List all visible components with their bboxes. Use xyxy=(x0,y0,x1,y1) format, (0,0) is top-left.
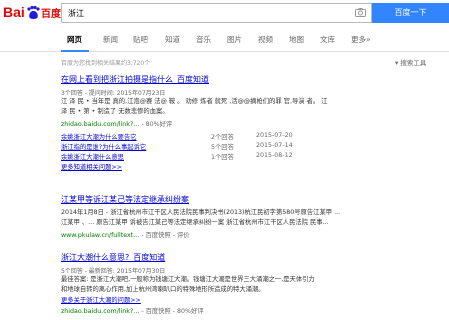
result-title-link[interactable]: 江某甲等诉江某己等法定继承纠纷案 xyxy=(61,194,401,205)
result-abstract: 泽 民 • 第 • 制造了 无数悲惨的血案。 xyxy=(61,108,169,115)
svg-text:Bai: Bai xyxy=(3,4,25,20)
result-abstract: 和地球自转的离心作用,加上杭州湾喇叭口的特殊地形所造成的特大涌潮。 xyxy=(61,286,265,293)
result-meta: 3个回答 - 提问时间: 2015年07月23日 xyxy=(61,90,166,97)
result-snapshot[interactable]: - 百度快照 - 80%好评 xyxy=(141,308,203,315)
result-abstract: 江 泽 民 • 当年是 真的,江泡@赛 法@ 鞍 。 劝修 炼者 就死 ,活@@… xyxy=(61,98,328,105)
camera-icon[interactable] xyxy=(355,8,366,17)
result-title-link[interactable]: 在网上看到把浙江拍摄是指什么_百度知道 xyxy=(61,74,401,85)
search-tools-button[interactable]: ▾ 搜索工具 xyxy=(395,57,426,67)
result-abstract: 江某甲 、... 原告江某甲 诉被告江某己等法定继承纠纷一案 浙江省杭州市江干区… xyxy=(61,219,329,226)
result-url[interactable]: zhidao.baidu.com/link?... xyxy=(61,308,139,315)
svg-text:百度: 百度 xyxy=(41,7,61,20)
answer-count: 5个回答 xyxy=(211,144,234,151)
result-url-line: zhidao.baidu.com/link?... - 百度快照 - 80%好评 xyxy=(61,306,401,315)
related-question-row: 余姚浙江大潮为什么要告它 2个回答 2015-07-20 xyxy=(61,132,306,142)
related-question-row: 浙江指的是谁?为什么事起诉它 5个回答 2015-07-14 xyxy=(61,142,306,152)
result-url-line: www.pkulaw.cn/fulltext... - 百度快照 - 评价 xyxy=(61,230,401,239)
answer-count: 2个回答 xyxy=(211,134,234,141)
question-date: 2015-07-14 xyxy=(256,142,293,149)
answer-count: 1个回答 xyxy=(211,154,234,161)
result-abstract: 最佳答案: 是浙江大潮吧,一般称为钱塘江大潮。钱塘江大潮是世界三大涌潮之一,是天… xyxy=(61,276,315,283)
related-question-link[interactable]: 浙江指的是谁?为什么事起诉它 xyxy=(61,142,146,151)
search-tabs: 网页 新闻 贴吧 知道 音乐 图片 视频 地图 文库 更多» xyxy=(0,30,449,52)
tab-more[interactable]: 更多» xyxy=(351,34,371,45)
tab-music[interactable]: 音乐 xyxy=(196,34,211,45)
result-meta: 5个回答 - 最新回答: 2015年07月30日 xyxy=(61,268,166,275)
active-tab-indicator xyxy=(61,50,89,52)
tab-video[interactable]: 视频 xyxy=(258,34,273,45)
tab-tieba[interactable]: 贴吧 xyxy=(133,34,148,45)
tab-news[interactable]: 新闻 xyxy=(103,34,118,45)
search-button[interactable]: 百度一下 xyxy=(372,3,449,23)
more-related-link[interactable]: 更多关于浙江大潮的问题>> xyxy=(61,295,401,304)
search-result: 在网上看到把浙江拍摄是指什么_百度知道 3个回答 - 提问时间: 2015年07… xyxy=(61,74,401,171)
result-url[interactable]: zhidao.baidu.com/link?... xyxy=(61,121,139,128)
search-result: 浙江大潮什么意思?_百度知道 5个回答 - 最新回答: 2015年07月30日 … xyxy=(61,252,401,315)
result-url[interactable]: www.pkulaw.cn/fulltext... xyxy=(61,232,139,239)
search-tools-label: 搜索工具 xyxy=(400,59,427,67)
tab-wenku[interactable]: 文库 xyxy=(320,34,335,45)
related-questions: 余姚浙江大潮为什么要告它 2个回答 2015-07-20 浙江指的是谁?为什么事… xyxy=(61,132,306,162)
more-related-link[interactable]: 更多知道相关问题>> xyxy=(61,162,401,171)
filter-icon: ▾ xyxy=(395,59,399,67)
header: Bai 百度 百度一下 xyxy=(0,0,449,26)
question-date: 2015-08-12 xyxy=(256,152,293,159)
related-question-link[interactable]: 余姚浙江大潮什么意思 xyxy=(61,152,124,161)
result-count: 百度为您找到相关结果约3,720个 xyxy=(61,60,151,67)
baidu-logo[interactable]: Bai 百度 xyxy=(3,4,61,20)
tab-map[interactable]: 地图 xyxy=(289,34,304,45)
question-date: 2015-07-20 xyxy=(256,132,293,139)
result-url-line: zhidao.baidu.com/link?... - 80%好评 xyxy=(61,119,401,128)
related-question-row: 余姚浙江大潮什么意思 1个回答 2015-08-12 xyxy=(61,152,306,162)
result-snapshot[interactable]: - 百度快照 - 评价 xyxy=(141,232,189,239)
result-abstract: 2014年1月8日 - 浙江省杭州市江干区人民法院民事判决书(2013)杭江民初… xyxy=(61,209,341,216)
result-title-link[interactable]: 浙江大潮什么意思?_百度知道 xyxy=(61,252,401,263)
search-input[interactable] xyxy=(61,3,372,23)
tab-zhidao[interactable]: 知道 xyxy=(165,34,180,45)
related-question-link[interactable]: 余姚浙江大潮为什么要告它 xyxy=(61,132,137,141)
result-snapshot[interactable]: - 80%好评 xyxy=(141,121,172,128)
search-result: 江某甲等诉江某己等法定继承纠纷案 2014年1月8日 - 浙江省杭州市江干区人民… xyxy=(61,194,401,239)
tab-images[interactable]: 图片 xyxy=(227,34,242,45)
tab-web[interactable]: 网页 xyxy=(67,34,82,45)
